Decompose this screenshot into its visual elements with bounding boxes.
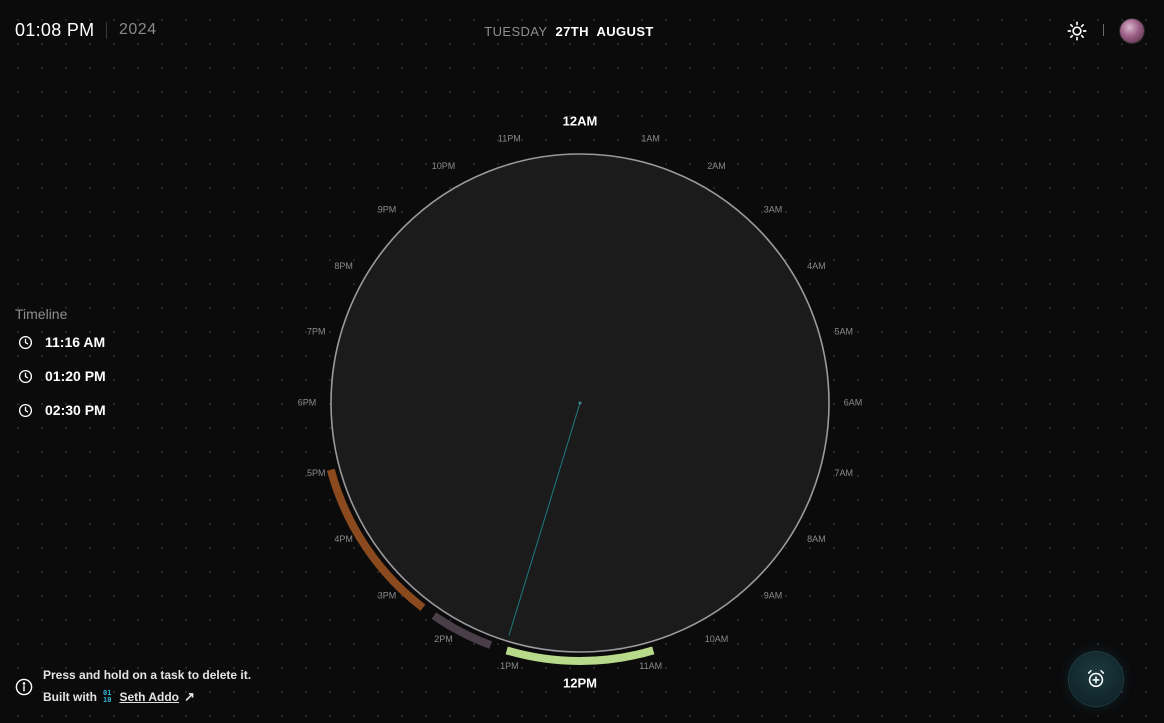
hour-label: 12AM bbox=[563, 113, 598, 128]
hour-label: 5PM bbox=[307, 468, 326, 478]
info-icon bbox=[15, 678, 33, 696]
clock-dial[interactable]: 12AM 1AM 2AM 3AM 4AM 5AM 6AM 7AM 8AM 9AM 10AM 11AM 1… bbox=[0, 0, 1164, 723]
hour-label: 8PM bbox=[334, 261, 353, 271]
author-link[interactable]: Seth Addo bbox=[119, 690, 179, 704]
hour-label: 2AM bbox=[707, 161, 726, 171]
delete-hint: Press and hold on a task to delete it. bbox=[43, 668, 252, 682]
hour-label: 6AM bbox=[844, 397, 863, 407]
hour-label: 2PM bbox=[434, 634, 453, 644]
hour-label: 10PM bbox=[432, 161, 456, 171]
hour-label: 4AM bbox=[807, 261, 826, 271]
hour-label: 3AM bbox=[764, 204, 783, 214]
hour-label: 1PM bbox=[500, 661, 519, 671]
hour-label: 12PM bbox=[563, 675, 597, 690]
hour-label: 9PM bbox=[378, 204, 397, 214]
external-link-arrow-icon[interactable]: ↗ bbox=[184, 689, 195, 705]
built-with: Built with 01 10 Seth Addo ↗ bbox=[43, 689, 195, 705]
binary-logo-icon: 01 10 bbox=[103, 689, 112, 704]
hour-label: 7PM bbox=[307, 327, 326, 337]
hour-label: 3PM bbox=[378, 590, 397, 600]
hour-label: 10AM bbox=[705, 634, 729, 644]
hour-label: 6PM bbox=[298, 397, 317, 407]
alarm-add-icon bbox=[1087, 669, 1105, 688]
hour-label: 1AM bbox=[641, 134, 660, 144]
dial-center bbox=[578, 401, 582, 405]
hour-label: 4PM bbox=[334, 534, 353, 544]
hour-label: 7AM bbox=[834, 468, 853, 478]
hour-label: 11AM bbox=[639, 661, 662, 671]
hour-label: 8AM bbox=[807, 534, 826, 544]
built-with-label: Built with bbox=[43, 690, 97, 704]
hour-label: 9AM bbox=[764, 590, 783, 600]
hour-label: 5AM bbox=[834, 327, 853, 337]
add-alarm-button[interactable] bbox=[1069, 652, 1123, 706]
hour-label: 11PM bbox=[498, 134, 521, 144]
